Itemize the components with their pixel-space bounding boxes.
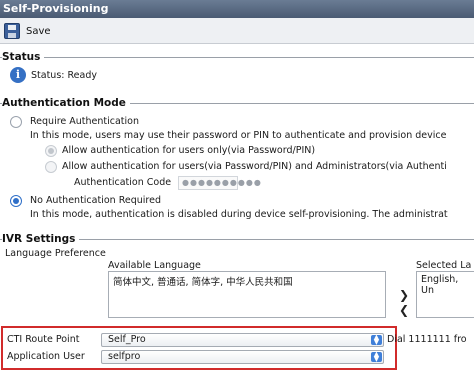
status-text: Status: Ready xyxy=(31,70,97,81)
require-auth-label: Require Authentication xyxy=(30,116,140,127)
cti-route-point-label: CTI Route Point xyxy=(7,334,80,345)
application-user-label: Application User xyxy=(7,351,85,362)
cti-route-point-value: Self_Pro xyxy=(108,334,146,345)
application-user-select[interactable]: selfpro ▲ ▼ xyxy=(101,350,384,364)
arrow-left-icon[interactable]: ❮ xyxy=(399,303,409,317)
cti-route-point-select[interactable]: Self_Pro ▲ ▼ xyxy=(101,333,384,347)
selected-language-list[interactable]: English, Un xyxy=(416,271,474,318)
info-icon: i xyxy=(10,67,26,83)
select-arrows-icon: ▲ ▼ xyxy=(371,351,382,363)
auth-code-label: Authentication Code xyxy=(74,177,172,188)
dial-text: Dial 1111111 fro xyxy=(387,334,467,345)
arrow-right-icon[interactable]: ❯ xyxy=(399,288,409,302)
ivr-section-title: IVR Settings xyxy=(2,233,80,245)
require-auth-radio[interactable] xyxy=(10,116,22,128)
save-button[interactable]: Save xyxy=(4,22,51,40)
allow-users-admins-radio[interactable] xyxy=(45,161,57,173)
status-section-divider xyxy=(0,57,474,58)
available-language-list[interactable]: 简体中文, 普通话, 简体字, 中华人民共和国 xyxy=(108,271,386,318)
auth-section-title: Authentication Mode xyxy=(2,97,130,109)
save-button-label: Save xyxy=(26,25,51,37)
list-item[interactable]: 简体中文, 普通话, 简体字, 中华人民共和国 xyxy=(113,274,381,288)
status-section-title: Status xyxy=(2,51,45,63)
no-auth-description: In this mode, authentication is disabled… xyxy=(30,209,448,220)
allow-users-only-label: Allow authentication for users only(via … xyxy=(62,145,316,156)
list-item[interactable]: English, Un xyxy=(421,274,473,296)
allow-users-only-radio[interactable] xyxy=(45,145,57,157)
toolbar: Save xyxy=(0,18,474,44)
window-title: Self-Provisioning xyxy=(0,0,474,18)
selected-language-label: Selected La xyxy=(416,260,472,271)
no-auth-label: No Authentication Required xyxy=(30,195,161,206)
allow-users-admins-label: Allow authentication for users(via Passw… xyxy=(62,161,447,172)
require-auth-description: In this mode, users may use their passwo… xyxy=(30,130,447,141)
language-preference-label: Language Preference xyxy=(5,248,106,259)
no-auth-radio[interactable] xyxy=(10,195,22,207)
auth-code-input[interactable]: ●●●●●●●●●● xyxy=(178,176,261,190)
select-arrows-icon: ▲ ▼ xyxy=(371,334,382,346)
application-user-value: selfpro xyxy=(108,351,141,362)
floppy-disk-icon xyxy=(4,23,20,39)
available-language-label: Available Language xyxy=(108,260,201,271)
